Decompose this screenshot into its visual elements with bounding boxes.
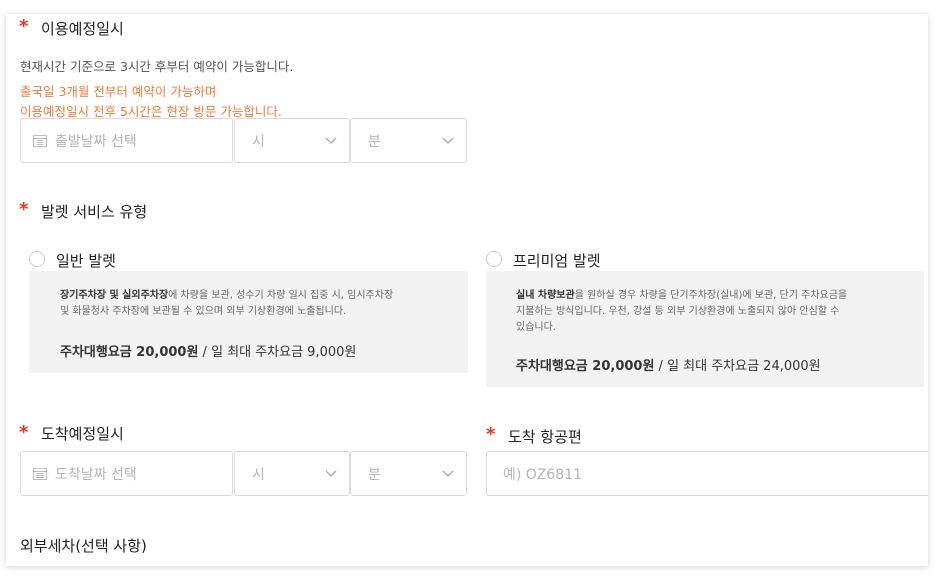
valet-premium-price: 주차대행요금 20,000원 / 일 최대 주차요금 24,000원: [516, 359, 821, 374]
valet-premium-description-box: 실내 차량보관을 원하실 경우 차량을 단기주차장(실내)에 보관, 단기 주차…: [486, 271, 924, 387]
valet-standard-price: 주차대행요금 20,000원 / 일 최대 주차요금 9,000원: [60, 345, 357, 360]
chevron-down-icon: [442, 470, 454, 477]
usage-date-note: 현재시간 기준으로 3시간 후부터 예약이 가능합니다.: [20, 59, 294, 74]
required-mark: *: [19, 16, 29, 37]
chevron-down-icon: [325, 470, 337, 477]
hour-placeholder: 시: [252, 466, 265, 483]
arrival-flight-input[interactable]: 예) OZ6811: [486, 451, 928, 496]
valet-standard-label[interactable]: 일반 발렛: [56, 250, 116, 271]
required-mark: *: [19, 199, 29, 220]
departure-minute-select[interactable]: 분: [350, 118, 467, 163]
arrival-minute-select[interactable]: 분: [350, 451, 467, 496]
usage-date-label: 이용예정일시: [41, 20, 124, 38]
required-mark: *: [486, 424, 496, 445]
usage-date-warning-1: 출국일 3개월 전부터 예약이 가능하며: [20, 84, 217, 99]
minute-placeholder: 분: [368, 466, 381, 483]
departure-date-placeholder: 출발날짜 선택: [55, 133, 137, 150]
valet-premium-label[interactable]: 프리미엄 발렛: [513, 250, 601, 271]
calendar-icon: [33, 468, 47, 480]
arrival-flight-label: 도착 항공편: [508, 428, 582, 446]
departure-date-picker[interactable]: 출발날짜 선택: [20, 118, 233, 163]
minute-placeholder: 분: [368, 133, 381, 150]
arrival-date-placeholder: 도착날짜 선택: [55, 466, 137, 483]
valet-standard-description: 장기주차장 및 실외주차장에 차량을 보관, 성수기 차량 일시 집중 시, 임…: [60, 290, 394, 317]
hour-placeholder: 시: [252, 133, 265, 150]
calendar-icon: [33, 135, 47, 147]
chevron-down-icon: [325, 137, 337, 144]
exterior-wash-label: 외부세차(선택 사항): [20, 537, 147, 555]
valet-standard-radio[interactable]: [29, 251, 45, 267]
required-mark: *: [19, 422, 29, 443]
valet-premium-description: 실내 차량보관을 원하실 경우 차량을 단기주차장(실내)에 보관, 단기 주차…: [516, 290, 848, 333]
arrival-date-label: 도착예정일시: [41, 425, 124, 443]
valet-type-label: 발렛 서비스 유형: [41, 203, 148, 221]
chevron-down-icon: [442, 137, 454, 144]
valet-premium-radio[interactable]: [486, 251, 502, 267]
valet-standard-description-box: 장기주차장 및 실외주차장에 차량을 보관, 성수기 차량 일시 집중 시, 임…: [29, 271, 468, 373]
arrival-hour-select[interactable]: 시: [234, 451, 350, 496]
arrival-date-picker[interactable]: 도착날짜 선택: [20, 451, 233, 496]
arrival-flight-placeholder: 예) OZ6811: [503, 466, 583, 483]
departure-hour-select[interactable]: 시: [234, 118, 350, 163]
